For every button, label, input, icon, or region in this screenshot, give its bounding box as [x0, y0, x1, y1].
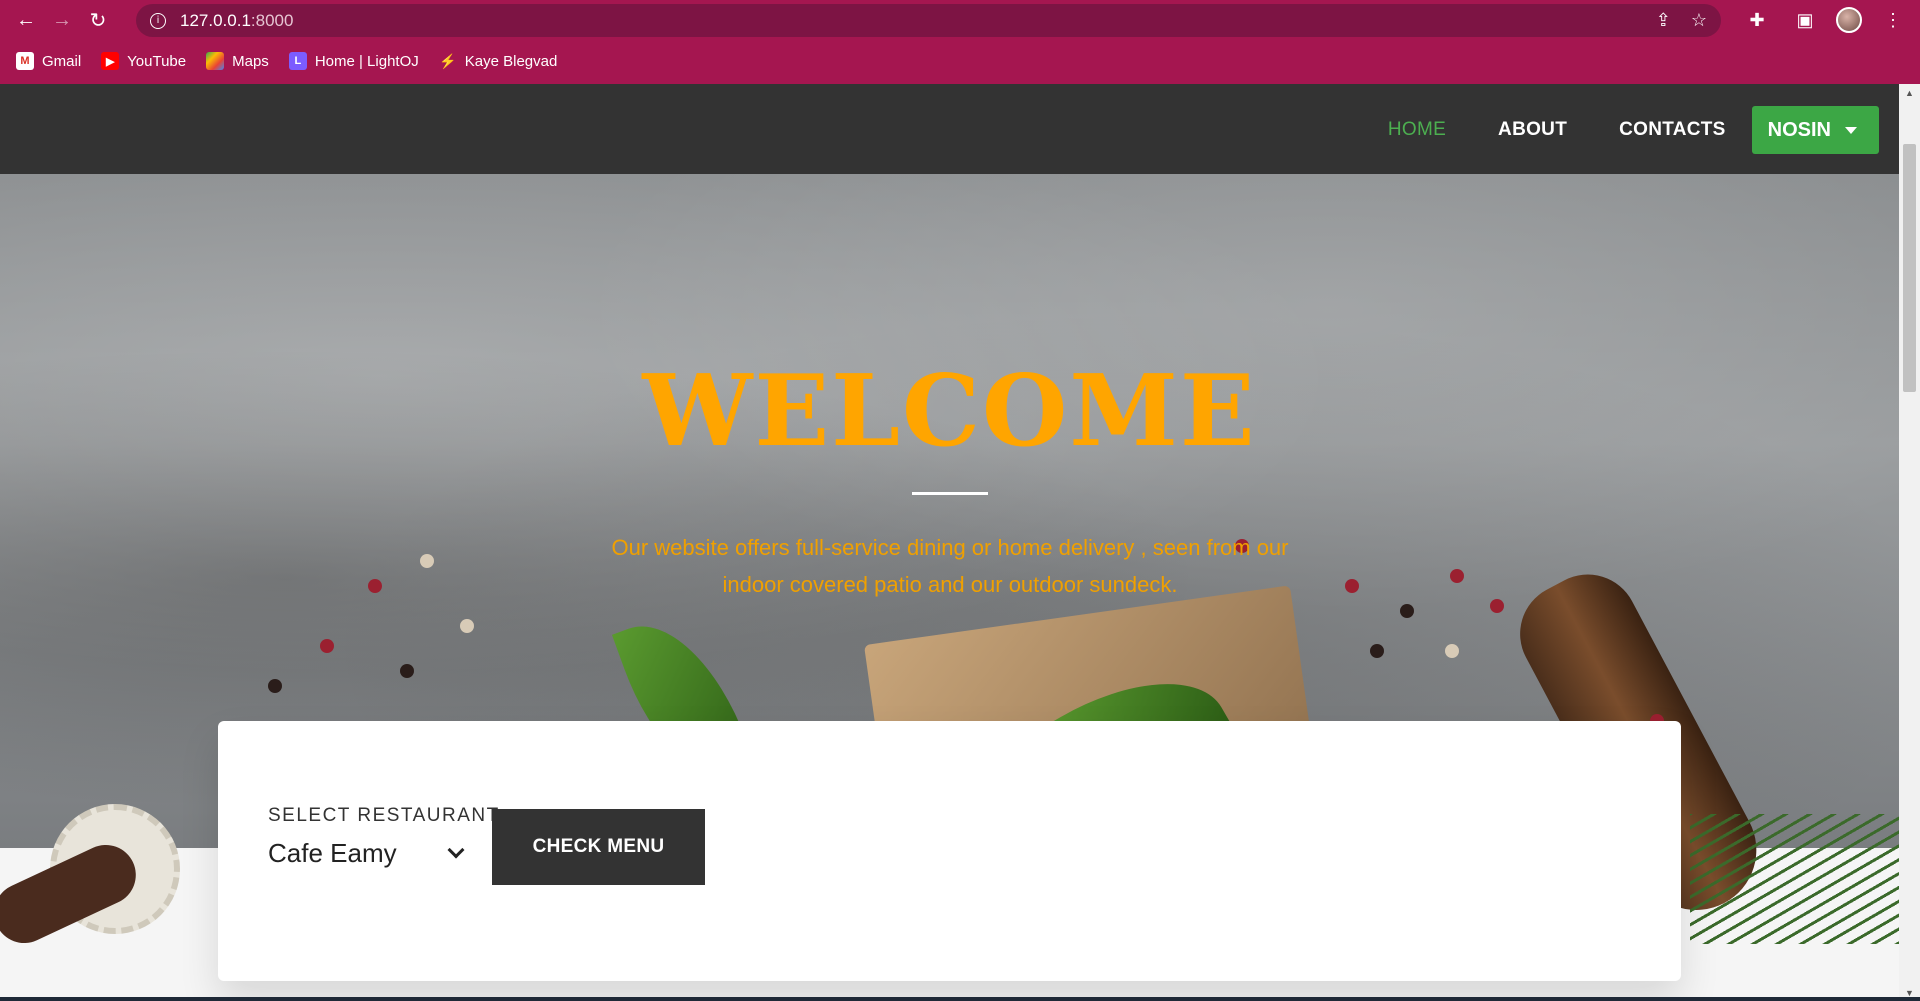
site-info-icon[interactable]: i	[150, 12, 166, 29]
select-restaurant-label: SELECT RESTAURANT	[268, 805, 500, 826]
site-navbar: HOME ABOUT CONTACTS NOSIN	[0, 84, 1899, 174]
reload-icon[interactable]: ↻	[80, 3, 116, 39]
rosemary-image	[1690, 814, 1900, 944]
back-arrow-icon[interactable]: ←	[8, 3, 44, 39]
peppercorn	[460, 619, 474, 633]
peppercorn	[368, 579, 382, 593]
hero-title: WELCOME	[642, 354, 1257, 469]
url-port: :8000	[250, 10, 294, 30]
bookmark-label: Home | LightOJ	[314, 52, 419, 70]
check-menu-button[interactable]: CHECK MENU	[492, 809, 705, 885]
peppercorn	[1400, 604, 1414, 618]
bookmark-label: Kaye Blegvad	[464, 52, 558, 70]
bookmark-label: YouTube	[127, 52, 187, 70]
extensions-icon[interactable]: ✚	[1740, 3, 1774, 37]
menu-kebab-icon[interactable]: ⋮	[1876, 3, 1910, 37]
nav-contacts[interactable]: CONTACTS	[1593, 106, 1752, 154]
browser-toolbar: ← → ↻ i 127.0.0.1:8000 ⇪ ☆ ✚ ▣ ⋮	[0, 0, 1920, 41]
hero-divider	[912, 492, 988, 495]
peppercorn	[1445, 644, 1459, 658]
bookmark-maps[interactable]: Maps	[206, 52, 269, 70]
peppercorn	[1370, 644, 1384, 658]
peppercorn	[1490, 599, 1504, 613]
restaurant-search-card: SELECT RESTAURANT Cafe Eamy CHECK MENU	[218, 721, 1681, 981]
profile-avatar[interactable]	[1836, 7, 1862, 33]
browser-chrome: ← → ↻ i 127.0.0.1:8000 ⇪ ☆ ✚ ▣ ⋮ M Gmail…	[0, 0, 1920, 84]
nav-links: HOME ABOUT CONTACTS NOSIN	[1362, 106, 1879, 154]
bookmark-lightoj[interactable]: L Home | LightOJ	[288, 52, 419, 70]
peppercorn	[1450, 569, 1464, 583]
restaurant-select[interactable]: Cafe Eamy	[268, 835, 468, 871]
bookmark-kaye-blegvad[interactable]: ⚡ Kaye Blegvad	[439, 52, 558, 70]
page-scrollbar[interactable]: ▲ ▼	[1899, 84, 1920, 1001]
caret-down-icon	[1845, 126, 1857, 134]
bookmark-label: Maps	[232, 52, 269, 70]
share-icon[interactable]: ⇪	[1656, 10, 1671, 31]
youtube-icon: ▶	[101, 52, 120, 70]
forward-arrow-icon[interactable]: →	[44, 3, 80, 39]
scrollbar-thumb[interactable]	[1903, 144, 1916, 392]
peppercorn	[400, 664, 414, 678]
peppercorn	[268, 679, 282, 693]
pizza-cutter-image	[0, 794, 180, 953]
taskbar-edge	[0, 997, 1920, 1001]
page-viewport: HOME ABOUT CONTACTS NOSIN WELCOME Our we…	[0, 84, 1920, 1001]
maps-icon	[206, 52, 225, 70]
lightoj-icon: L	[288, 52, 307, 70]
peppercorn	[1345, 579, 1359, 593]
bookmark-youtube[interactable]: ▶ YouTube	[101, 52, 186, 70]
user-dropdown-button[interactable]: NOSIN	[1751, 106, 1879, 154]
bookmark-star-icon[interactable]: ☆	[1691, 10, 1707, 31]
nav-about[interactable]: ABOUT	[1472, 106, 1593, 154]
peppercorn	[420, 554, 434, 568]
gmail-icon: M	[16, 52, 34, 70]
url-host: 127.0.0.1	[180, 10, 251, 30]
scroll-up-arrow-icon[interactable]: ▲	[1899, 84, 1920, 101]
hero-description: Our website offers full-service dining o…	[611, 535, 1289, 597]
bolt-icon: ⚡	[439, 52, 457, 69]
peppercorn	[320, 639, 334, 653]
bookmarks-bar: M Gmail ▶ YouTube Maps L Home | LightOJ …	[0, 46, 557, 76]
bookmark-label: Gmail	[42, 52, 82, 70]
bookmark-gmail[interactable]: M Gmail	[16, 52, 81, 70]
nav-home[interactable]: HOME	[1362, 106, 1472, 154]
chevron-down-icon	[447, 841, 465, 859]
user-name: NOSIN	[1767, 118, 1831, 141]
address-bar[interactable]: i 127.0.0.1:8000 ⇪ ☆	[136, 4, 1721, 37]
side-panel-icon[interactable]: ▣	[1788, 3, 1822, 37]
restaurant-select-value: Cafe Eamy	[268, 837, 397, 868]
